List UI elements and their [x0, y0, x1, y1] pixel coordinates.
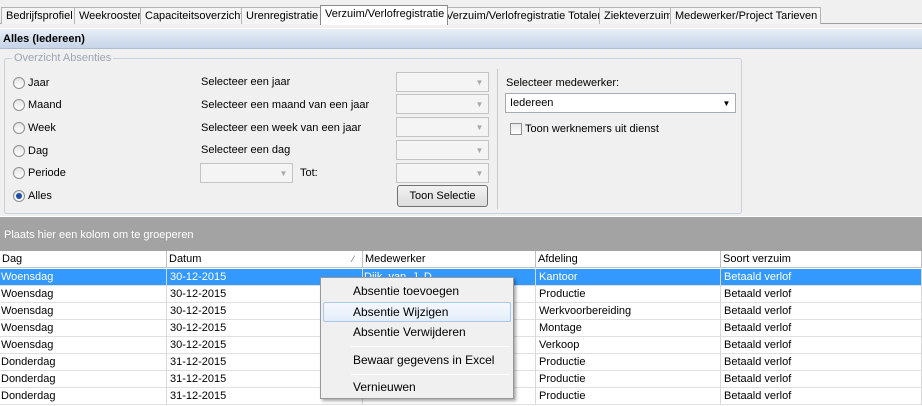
toon-selectie-button[interactable]: Toon Selectie — [397, 185, 488, 207]
menu-separator — [351, 346, 509, 347]
tab-ziekteverzuim[interactable]: Ziekteverzuim — [599, 7, 677, 24]
menu-item-absentie-verwijderen[interactable]: Absentie Verwijderen — [323, 322, 511, 342]
group-by-hint: Plaats hier een kolom om te groeperen — [4, 229, 194, 241]
cell-afdeling: Werkvoorbereiding — [536, 303, 721, 320]
label-tot: Tot: — [300, 167, 318, 179]
cell-afdeling: Verkoop — [536, 337, 721, 354]
cell-dag: Donderdag — [0, 371, 167, 388]
tab-weekrooster[interactable]: Weekrooster — [74, 7, 146, 24]
column-header-datum[interactable]: Datum ⁄ — [167, 251, 363, 268]
show-former-checkbox[interactable] — [510, 123, 522, 135]
radio-circle[interactable] — [13, 77, 25, 89]
group-by-panel[interactable]: Plaats hier een kolom om te groeperen — [0, 217, 922, 251]
column-header-afdeling[interactable]: Afdeling — [536, 251, 721, 268]
label-selecteer-dag: Selecteer een dag — [201, 144, 291, 156]
page-title: Alles (Iedereen) — [0, 28, 922, 49]
week-select[interactable]: ▼ — [396, 117, 489, 137]
divider — [497, 69, 498, 209]
cell-soort: Betaald verlof — [721, 388, 922, 405]
radio-label: Alles — [28, 190, 52, 202]
cell-afdeling: Productie — [536, 286, 721, 303]
chevron-down-icon: ▼ — [279, 168, 288, 178]
tab-bar: Bedrijfsprofiel Weekrooster Capaciteitso… — [0, 0, 922, 25]
column-header-medewerker[interactable]: Medewerker — [363, 251, 536, 268]
tab-capaciteitsoverzicht[interactable]: Capaciteitsoverzicht — [140, 7, 248, 24]
cell-dag: Woensdag — [0, 320, 167, 337]
tab-medewerker-project-tarieven[interactable]: Medewerker/Project Tarieven — [670, 7, 822, 24]
radio-label: Jaar — [28, 77, 50, 89]
column-header-label: Datum — [169, 253, 202, 265]
cell-soort: Betaald verlof — [721, 320, 922, 337]
label-selecteer-jaar: Selecteer een jaar — [201, 76, 291, 88]
chevron-down-icon: ▼ — [475, 122, 484, 132]
label-toon-werknemers-uit-dienst: Toon werknemers uit dienst — [525, 123, 659, 135]
cell-soort: Betaald verlof — [721, 354, 922, 371]
chevron-down-icon: ▼ — [475, 145, 484, 155]
tab-verzuim-verlofregistratie[interactable]: Verzuim/Verlofregistratie — [320, 5, 449, 25]
grid-header: Dag Datum ⁄ Medewerker Afdeling Soort ve… — [0, 251, 922, 268]
radio-maand[interactable]: Maand — [13, 97, 62, 113]
cell-afdeling: Productie — [536, 354, 721, 371]
radio-circle[interactable] — [13, 99, 25, 111]
label-selecteer-week: Selecteer een week van een jaar — [201, 122, 362, 134]
tab-bedrijfsprofiel[interactable]: Bedrijfsprofiel — [1, 7, 77, 24]
radio-circle[interactable] — [13, 145, 25, 157]
radio-dag[interactable]: Dag — [13, 143, 48, 159]
selection-pane: Alles (Iedereen) Overzicht Absenties Jaa… — [0, 24, 922, 216]
radio-circle[interactable] — [13, 122, 25, 134]
employee-select[interactable]: Iedereen ▼ — [505, 93, 736, 113]
column-header-soort-verzuim[interactable]: Soort verzuim — [721, 251, 922, 268]
chevron-down-icon: ▼ — [475, 168, 484, 178]
overzicht-absenties-group: Overzicht Absenties Jaar Maand Week Dag … — [4, 52, 742, 214]
period-from-select[interactable]: ▼ — [200, 163, 293, 183]
cell-afdeling: Montage — [536, 320, 721, 337]
radio-week[interactable]: Week — [13, 120, 56, 136]
period-to-select[interactable]: ▼ — [396, 163, 489, 183]
menu-separator — [351, 374, 509, 375]
radio-label: Dag — [28, 145, 49, 157]
cell-dag: Donderdag — [0, 354, 167, 371]
menu-item-vernieuwen[interactable]: Vernieuwen — [323, 377, 511, 397]
cell-soort: Betaald verlof — [721, 371, 922, 388]
cell-dag: Donderdag — [0, 388, 167, 405]
chevron-down-icon: ▼ — [475, 77, 484, 87]
month-select[interactable]: ▼ — [396, 94, 489, 114]
cell-soort: Betaald verlof — [721, 337, 922, 354]
cell-soort: Betaald verlof — [721, 303, 922, 320]
cell-afdeling: Kantoor — [536, 269, 721, 286]
chevron-down-icon: ▼ — [722, 98, 731, 108]
menu-item-absentie-toevoegen[interactable]: Absentie toevoegen — [323, 281, 511, 301]
year-select[interactable]: ▼ — [396, 72, 489, 92]
menu-item-absentie-wijzigen[interactable]: Absentie Wijzigen — [323, 302, 511, 322]
context-menu: Absentie toevoegen Absentie Wijzigen Abs… — [320, 277, 514, 399]
column-header-dag[interactable]: Dag — [0, 251, 167, 268]
radio-circle-checked[interactable] — [13, 190, 25, 202]
menu-item-bewaar-excel[interactable]: Bewaar gegevens in Excel — [323, 350, 511, 370]
employee-select-value: Iedereen — [510, 97, 554, 109]
radio-periode[interactable]: Periode — [13, 165, 66, 181]
tab-verzuim-verlofregistratie-totalen[interactable]: Verzuim/Verlofregistratie Totalen — [441, 7, 608, 24]
radio-label: Week — [28, 122, 56, 134]
label-selecteer-maand: Selecteer een maand van een jaar — [201, 99, 370, 111]
sort-ascending-icon: ⁄ — [352, 254, 354, 264]
radio-label: Periode — [28, 167, 66, 179]
radio-label: Maand — [28, 99, 62, 111]
cell-afdeling: Productie — [536, 371, 721, 388]
cell-dag: Woensdag — [0, 286, 167, 303]
group-legend: Overzicht Absenties — [12, 52, 114, 64]
cell-soort: Betaald verlof — [721, 286, 922, 303]
cell-dag: Woensdag — [0, 337, 167, 354]
radio-circle[interactable] — [13, 167, 25, 179]
cell-dag: Woensdag — [0, 303, 167, 320]
tab-urenregistratie[interactable]: Urenregistratie — [241, 7, 323, 24]
cell-soort: Betaald verlof — [721, 269, 922, 286]
radio-jaar[interactable]: Jaar — [13, 75, 49, 91]
cell-dag: Woensdag — [0, 269, 167, 286]
cell-afdeling: Productie — [536, 388, 721, 405]
radio-alles[interactable]: Alles — [13, 188, 52, 204]
label-selecteer-medewerker: Selecteer medewerker: — [506, 77, 620, 89]
day-select[interactable]: ▼ — [396, 140, 489, 160]
chevron-down-icon: ▼ — [475, 99, 484, 109]
